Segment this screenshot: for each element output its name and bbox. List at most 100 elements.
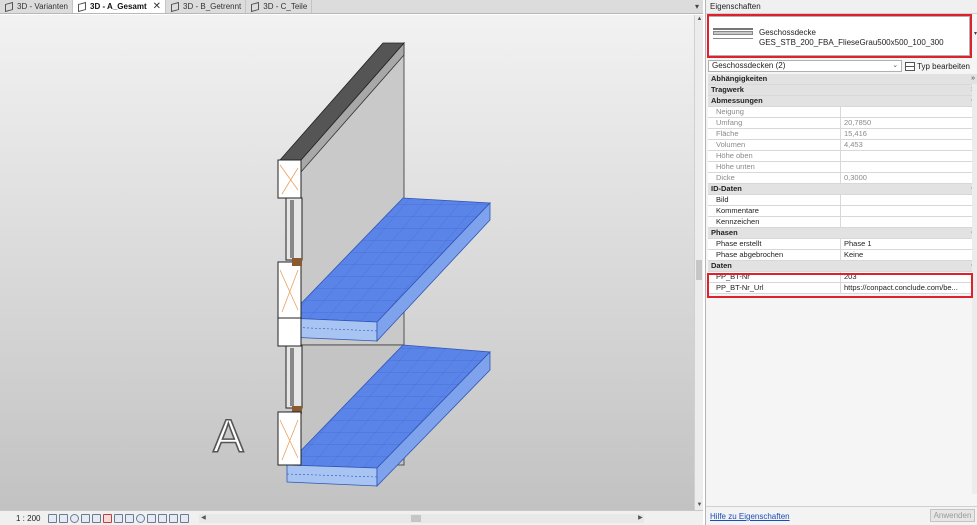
group-label: Phasen bbox=[711, 228, 738, 237]
property-row[interactable]: Kennzeichen bbox=[708, 217, 977, 228]
property-name: Phase abgebrochen bbox=[708, 250, 841, 260]
unlock-3d-icon[interactable] bbox=[125, 513, 135, 523]
scroll-right-icon[interactable]: ▶ bbox=[636, 514, 644, 523]
property-row: Umfang 20,7850 bbox=[708, 118, 977, 129]
property-value[interactable]: Phase 1 bbox=[841, 239, 977, 249]
group-id-daten[interactable]: ID-Daten« bbox=[708, 184, 977, 195]
scroll-down-icon[interactable]: ▼ bbox=[695, 501, 704, 510]
type-selector[interactable]: Geschossdecke GES_STB_200_FBA_FlieseGrau… bbox=[708, 16, 970, 56]
property-row: Fläche 15,416 bbox=[708, 129, 977, 140]
help-link[interactable]: Hilfe zu Eigenschaften bbox=[710, 512, 790, 521]
property-value[interactable]: https://conpact.conclude.com/be... bbox=[841, 283, 977, 293]
property-name: Kennzeichen bbox=[708, 217, 841, 227]
property-row-bt-nr[interactable]: PP_BT-Nr 203 bbox=[708, 272, 977, 283]
crop-view-icon[interactable] bbox=[103, 513, 113, 523]
property-name: Kommentare bbox=[708, 206, 841, 216]
properties-panel: Eigenschaften Geschossdecke GES_STB_200_… bbox=[705, 0, 977, 525]
horizontal-scrollbar[interactable]: ◀ ▶ bbox=[199, 513, 645, 523]
level-annotation: A bbox=[213, 410, 244, 462]
property-value bbox=[841, 151, 977, 161]
property-row: Dicke 0,3000 bbox=[708, 173, 977, 184]
group-abhaengigkeiten[interactable]: Abhängigkeiten » bbox=[708, 74, 977, 85]
property-name: Phase erstellt bbox=[708, 239, 841, 249]
instance-row: Geschossdecken (2) ⌄ Typ bearbeiten bbox=[708, 60, 970, 73]
group-phasen[interactable]: Phasen« bbox=[708, 228, 977, 239]
property-name: Volumen bbox=[708, 140, 841, 150]
grid-scrollbar[interactable] bbox=[972, 84, 977, 494]
3d-view-icon bbox=[4, 2, 13, 11]
property-value[interactable] bbox=[841, 206, 977, 216]
property-name: Umfang bbox=[708, 118, 841, 128]
render-icon[interactable] bbox=[92, 513, 102, 523]
property-row-bt-nr-url[interactable]: PP_BT-Nr_Url https://conpact.conclude.com… bbox=[708, 283, 977, 294]
group-label: Abmessungen bbox=[711, 96, 763, 105]
property-value[interactable] bbox=[841, 195, 977, 205]
panel-footer: Hilfe zu Eigenschaften Anwenden bbox=[706, 506, 977, 525]
tab-3d-a-gesamt[interactable]: 3D - A_Gesamt ✕ bbox=[73, 0, 167, 13]
tab-label: 3D - A_Gesamt bbox=[90, 2, 147, 11]
property-value[interactable] bbox=[841, 217, 977, 227]
property-row: Volumen 4,453 bbox=[708, 140, 977, 151]
3d-view-icon bbox=[170, 2, 179, 11]
group-label: Tragwerk bbox=[711, 85, 744, 94]
tab-3d-b-getrennt[interactable]: 3D - B_Getrennt bbox=[166, 0, 247, 13]
3d-view-icon bbox=[77, 2, 86, 11]
apply-button[interactable]: Anwenden bbox=[930, 509, 975, 522]
shadows-icon[interactable] bbox=[81, 513, 91, 523]
vertical-scrollbar[interactable]: ▲ ▼ bbox=[694, 15, 703, 510]
3d-viewport[interactable]: A bbox=[0, 15, 694, 510]
property-value: 0,3000 bbox=[841, 173, 977, 183]
property-row[interactable]: Phase abgebrochen Keine bbox=[708, 250, 977, 261]
properties-grid: Abhängigkeiten » Tragwerk» Abmessungen« N… bbox=[708, 74, 977, 294]
tab-label: 3D - C_Teile bbox=[263, 2, 308, 11]
floor-type-preview-icon bbox=[713, 26, 753, 44]
scroll-thumb[interactable] bbox=[411, 514, 422, 522]
property-name: Höhe oben bbox=[708, 151, 841, 161]
group-abmessungen[interactable]: Abmessungen« bbox=[708, 96, 977, 107]
property-row[interactable]: Phase erstellt Phase 1 bbox=[708, 239, 977, 250]
tab-list-dropdown-icon[interactable]: ▾ bbox=[691, 0, 703, 13]
scroll-up-icon[interactable]: ▲ bbox=[695, 15, 704, 24]
chevron-down-icon: ⌄ bbox=[892, 62, 899, 69]
detail-level-icon[interactable] bbox=[48, 513, 58, 523]
property-value: 4,453 bbox=[841, 140, 977, 150]
property-value bbox=[841, 107, 977, 117]
scroll-thumb[interactable] bbox=[696, 260, 702, 280]
sun-path-icon[interactable] bbox=[70, 513, 80, 523]
reveal-hidden-icon[interactable] bbox=[147, 513, 157, 523]
property-value bbox=[841, 162, 977, 172]
property-value[interactable]: 203 bbox=[841, 272, 977, 282]
analytical-model-icon[interactable] bbox=[158, 513, 168, 523]
reveal-constraints-icon[interactable] bbox=[180, 513, 190, 523]
group-label: Abhängigkeiten bbox=[711, 74, 768, 83]
panel-title: Eigenschaften bbox=[706, 0, 977, 14]
tab-3d-varianten[interactable]: 3D - Varianten bbox=[0, 0, 73, 13]
instance-filter-select[interactable]: Geschossdecken (2) ⌄ bbox=[708, 60, 903, 72]
view-scale[interactable]: 1 : 200 bbox=[0, 514, 48, 523]
property-name: PP_BT-Nr_Url bbox=[708, 283, 841, 293]
view-tabs-bar: 3D - Varianten 3D - A_Gesamt ✕ 3D - B_Get… bbox=[0, 0, 703, 14]
show-crop-icon[interactable] bbox=[114, 513, 124, 523]
highlight-displacement-icon[interactable] bbox=[169, 513, 179, 523]
property-row[interactable]: Kommentare bbox=[708, 206, 977, 217]
property-row[interactable]: Bild bbox=[708, 195, 977, 206]
visual-style-icon[interactable] bbox=[59, 513, 69, 523]
property-name: PP_BT-Nr bbox=[708, 272, 841, 282]
property-name: Fläche bbox=[708, 129, 841, 139]
temporary-hide-icon[interactable] bbox=[136, 513, 146, 523]
group-tragwerk[interactable]: Tragwerk» bbox=[708, 85, 977, 96]
type-family: Geschossdecke bbox=[759, 28, 816, 37]
tab-label: 3D - Varianten bbox=[17, 2, 68, 11]
tab-3d-c-teile[interactable]: 3D - C_Teile bbox=[246, 0, 313, 13]
property-name: Bild bbox=[708, 195, 841, 205]
type-name: GES_STB_200_FBA_FlieseGrau500x500_100_30… bbox=[759, 38, 944, 47]
group-daten[interactable]: Daten« bbox=[708, 261, 977, 272]
edit-type-button[interactable]: Typ bearbeiten bbox=[905, 60, 970, 73]
close-tab-icon[interactable]: ✕ bbox=[153, 1, 161, 12]
facade-elements bbox=[277, 159, 303, 466]
expand-icon: » bbox=[971, 75, 975, 82]
property-name: Dicke bbox=[708, 173, 841, 183]
property-value[interactable]: Keine bbox=[841, 250, 977, 260]
3d-view-icon bbox=[250, 2, 259, 11]
scroll-left-icon[interactable]: ◀ bbox=[199, 514, 207, 523]
